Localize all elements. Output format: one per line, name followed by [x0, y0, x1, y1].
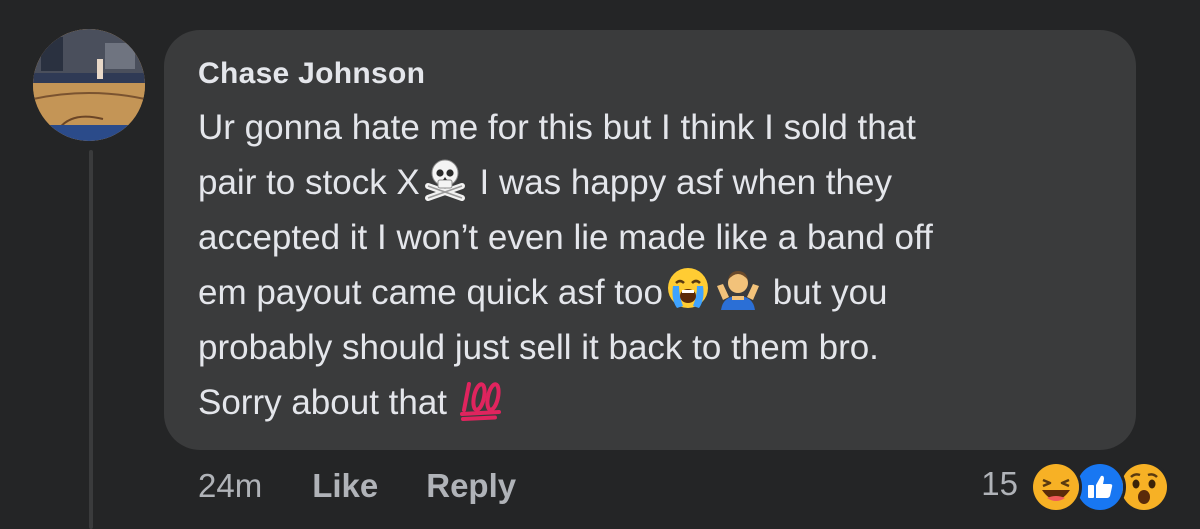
comment-line-1: Ur gonna hate me for this but I think I … — [198, 100, 1102, 155]
haha-reaction-icon — [1030, 461, 1082, 513]
comment-line-6: Sorry about that — [198, 375, 1102, 430]
comment-line-4: em payout came quick asf too but you — [198, 265, 1102, 320]
like-button[interactable]: Like — [312, 467, 378, 505]
skull-and-crossbones-icon — [422, 156, 468, 202]
comment-line-5: probably should just sell it back to the… — [198, 320, 1102, 375]
comment-line-2: pair to stock X I was happy asf when the… — [198, 155, 1102, 210]
comment-body: Ur gonna hate me for this but I think I … — [198, 100, 1102, 430]
hundred-points-icon — [459, 376, 505, 422]
reaction-icons[interactable] — [1030, 458, 1170, 513]
comment-line-3: accepted it I won’t even lie made like a… — [198, 210, 1102, 265]
person-shrugging-icon — [715, 266, 761, 312]
thread-line — [89, 150, 93, 529]
comment-text: I was happy asf when they — [469, 163, 892, 202]
comment-text: probably should just sell it back to the… — [198, 328, 879, 367]
comment-text: em payout came quick asf too — [198, 273, 663, 312]
comment-timestamp[interactable]: 24m — [198, 467, 262, 505]
reactions-summary[interactable]: 15 — [981, 458, 1170, 513]
comment-actions: 24m Like Reply — [198, 466, 564, 506]
comment-text: pair to stock X — [198, 163, 420, 202]
comment-bubble: Chase Johnson Ur gonna hate me for this … — [164, 30, 1136, 450]
comment-text: accepted it I won’t even lie made like a… — [198, 218, 933, 257]
avatar-image — [33, 29, 145, 141]
reply-button[interactable]: Reply — [426, 467, 516, 505]
avatar[interactable] — [33, 29, 145, 141]
comment-text: Sorry about that — [198, 383, 457, 422]
comment-thread: Chase Johnson Ur gonna hate me for this … — [0, 0, 1200, 529]
loudly-crying-face-icon — [665, 266, 711, 312]
comment-text: Ur gonna hate me for this but I think I … — [198, 108, 916, 147]
comment-author[interactable]: Chase Johnson — [198, 56, 1102, 92]
reaction-count[interactable]: 15 — [981, 465, 1018, 503]
comment-text: but you — [762, 273, 888, 312]
